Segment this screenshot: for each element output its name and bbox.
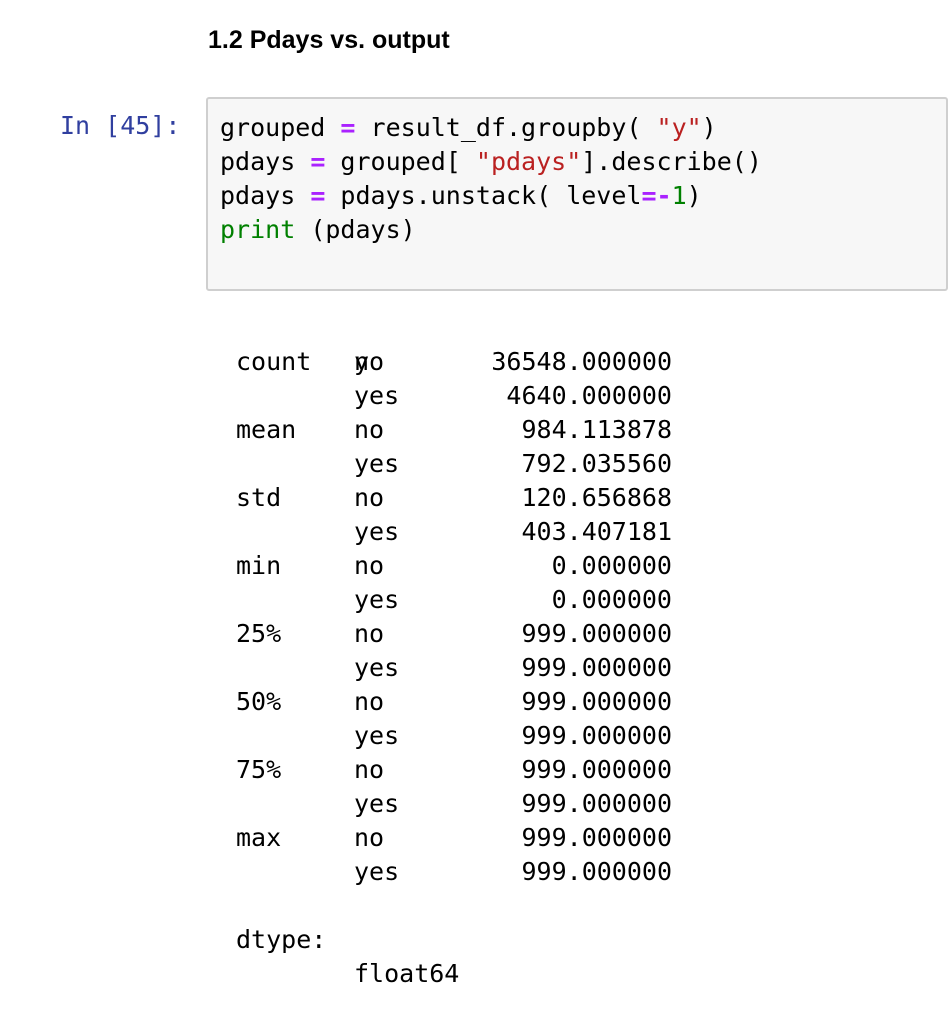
output-row: yes 792.035560 bbox=[236, 447, 672, 481]
output-header-row: y bbox=[236, 311, 369, 376]
output-row: mean no 984.113878 bbox=[236, 413, 672, 447]
code-token: ( bbox=[295, 215, 326, 244]
code-token: print bbox=[220, 215, 296, 244]
code-token: pdays bbox=[220, 181, 311, 210]
group-label: no bbox=[354, 755, 385, 784]
output-row: 50% no 999.000000 bbox=[236, 685, 672, 719]
stat-value: 999.000000 bbox=[521, 687, 672, 716]
group-label: no bbox=[354, 551, 385, 580]
code-token: 1 bbox=[671, 181, 687, 210]
group-label: yes bbox=[354, 449, 400, 478]
dtype-label: dtype: bbox=[236, 925, 327, 954]
code-token: ) bbox=[686, 181, 702, 210]
code-token: ].describe() bbox=[581, 147, 762, 176]
output-row: count no 36548.000000 bbox=[236, 345, 672, 379]
code-token: grouped[ bbox=[325, 147, 476, 176]
group-label: no bbox=[354, 687, 385, 716]
stat-value: 36548.000000 bbox=[491, 347, 672, 376]
code-line: pdays = grouped[ "pdays"].describe() bbox=[220, 145, 762, 179]
group-label: yes bbox=[354, 585, 400, 614]
stat-value: 999.000000 bbox=[521, 619, 672, 648]
group-label: yes bbox=[354, 789, 400, 818]
code-token: pdays.unstack( level bbox=[325, 181, 642, 210]
stat-label: max bbox=[236, 823, 282, 852]
output-row: yes 4640.000000 bbox=[236, 379, 672, 413]
code-cell-input[interactable]: grouped = result_df.groupby( "y") pdays =… bbox=[206, 97, 948, 291]
cell-prompt: In [45]: bbox=[60, 111, 181, 140]
output-row: yes 0.000000 bbox=[236, 583, 672, 617]
code-token: = bbox=[340, 113, 356, 142]
dtype-row: dtype: float64 bbox=[236, 889, 459, 988]
output-row: 75% no 999.000000 bbox=[236, 753, 672, 787]
stat-label: count bbox=[236, 347, 312, 376]
stat-value: 4640.000000 bbox=[506, 381, 672, 410]
group-label: no bbox=[354, 619, 385, 648]
code-line: grouped = result_df.groupby( "y") bbox=[220, 111, 762, 145]
stat-label: 25% bbox=[236, 619, 282, 648]
code-line: pdays = pdays.unstack( level=-1) bbox=[220, 179, 762, 213]
group-label: yes bbox=[354, 653, 400, 682]
output-rows: count no 36548.000000 yes 4640.000000 mean no 9… bbox=[236, 345, 672, 889]
code-line: print (pdays) bbox=[220, 213, 762, 247]
code-token: =- bbox=[641, 181, 672, 210]
group-label: yes bbox=[354, 381, 400, 410]
stat-label: std bbox=[236, 483, 282, 512]
stat-label: 75% bbox=[236, 755, 282, 784]
code-token: pdays bbox=[220, 147, 311, 176]
code-token: grouped bbox=[220, 113, 341, 142]
group-label: no bbox=[354, 483, 385, 512]
code-token: result_df.groupby( bbox=[355, 113, 657, 142]
code-token: "pdays" bbox=[475, 147, 582, 176]
stat-value: 0.000000 bbox=[551, 585, 672, 614]
stat-label: mean bbox=[236, 415, 297, 444]
group-label: yes bbox=[354, 517, 400, 546]
stat-value: 120.656868 bbox=[521, 483, 672, 512]
group-label: no bbox=[354, 823, 385, 852]
output-row: yes 999.000000 bbox=[236, 719, 672, 753]
code-token: ) bbox=[400, 215, 416, 244]
stat-value: 984.113878 bbox=[521, 415, 672, 444]
stat-value: 999.000000 bbox=[521, 789, 672, 818]
stat-value: 999.000000 bbox=[521, 755, 672, 784]
output-row: min no 0.000000 bbox=[236, 549, 672, 583]
code-token: pdays bbox=[325, 215, 401, 244]
stat-label: min bbox=[236, 551, 282, 580]
stat-value: 999.000000 bbox=[521, 721, 672, 750]
stat-value: 792.035560 bbox=[521, 449, 672, 478]
cell-output: y count no 36548.000000 yes 4640.000000 mean n… bbox=[236, 311, 672, 988]
stat-value: 403.407181 bbox=[521, 517, 672, 546]
stat-value: 999.000000 bbox=[521, 857, 672, 886]
stat-value: 0.000000 bbox=[551, 551, 672, 580]
group-label: no bbox=[354, 415, 385, 444]
output-row: yes 403.407181 bbox=[236, 515, 672, 549]
group-label: yes bbox=[354, 857, 400, 886]
stat-value: 999.000000 bbox=[521, 823, 672, 852]
code-token: ) bbox=[701, 113, 717, 142]
code-token: = bbox=[310, 181, 326, 210]
output-row: std no 120.656868 bbox=[236, 481, 672, 515]
stat-value: 999.000000 bbox=[521, 653, 672, 682]
output-row: yes 999.000000 bbox=[236, 787, 672, 821]
code-token: = bbox=[310, 147, 326, 176]
output-row: max no 999.000000 bbox=[236, 821, 672, 855]
code-editor[interactable]: grouped = result_df.groupby( "y") pdays =… bbox=[220, 111, 762, 247]
output-row: yes 999.000000 bbox=[236, 855, 672, 889]
group-label: no bbox=[354, 347, 385, 376]
stat-label: 50% bbox=[236, 687, 282, 716]
section-heading: 1.2 Pdays vs. output bbox=[208, 26, 450, 54]
code-token: "y" bbox=[656, 113, 702, 142]
group-label: yes bbox=[354, 721, 400, 750]
output-row: 25% no 999.000000 bbox=[236, 617, 672, 651]
dtype-value: float64 bbox=[354, 959, 460, 988]
output-row: yes 999.000000 bbox=[236, 651, 672, 685]
